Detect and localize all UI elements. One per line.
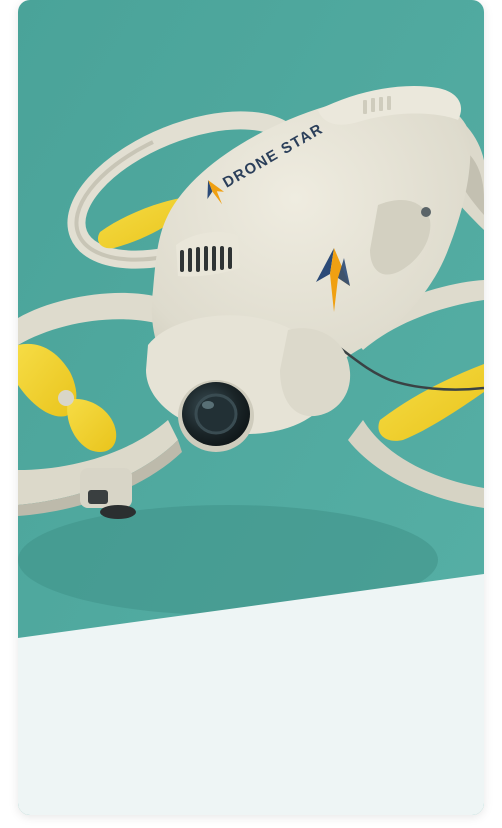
drone-hero-image: DRONE STAR xyxy=(18,0,484,815)
camera-lens xyxy=(178,380,254,452)
product-card: DRONE STAR xyxy=(18,0,484,815)
